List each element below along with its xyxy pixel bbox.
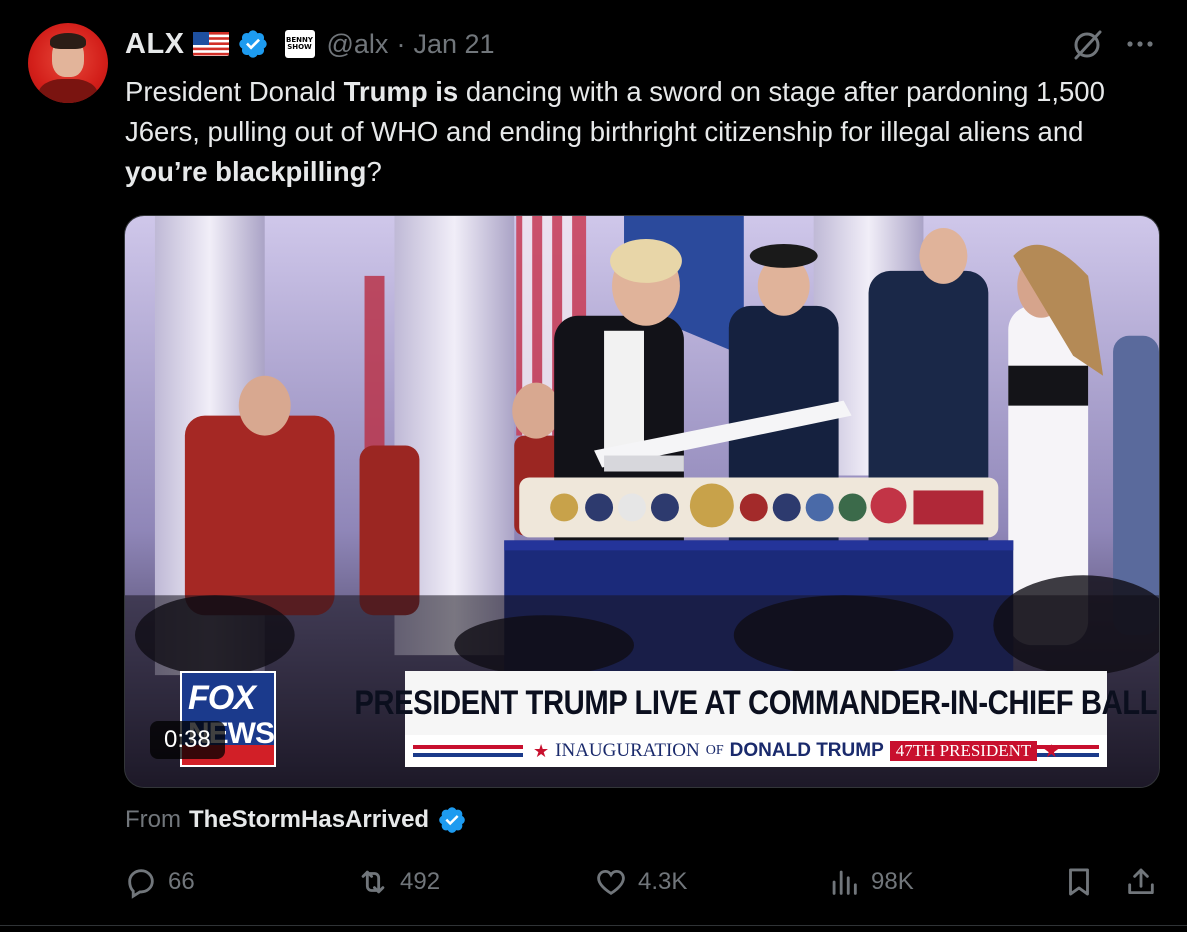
star-icon: ★	[1043, 740, 1060, 761]
source-name[interactable]: TheStormHasArrived	[189, 806, 429, 834]
verified-badge-icon	[439, 807, 465, 833]
affiliate-badge-text: BENNY SHOW	[286, 36, 313, 51]
fox-logo-text: FOX	[188, 679, 256, 717]
tweet-text-part: ?	[366, 156, 382, 187]
reply-count: 66	[168, 868, 195, 895]
avatar-hair	[50, 33, 86, 49]
chyron-stripe	[413, 753, 523, 757]
avatar-body	[38, 79, 98, 103]
views-button[interactable]: 98K	[827, 862, 914, 902]
affiliate-badge-icon[interactable]: BENNY SHOW	[284, 30, 315, 58]
us-flag-icon	[192, 32, 229, 56]
like-count: 4.3K	[638, 868, 688, 895]
grok-icon[interactable]	[1070, 28, 1104, 62]
bookmark-icon	[1069, 868, 1089, 896]
share-icon	[1128, 868, 1154, 895]
author-avatar[interactable]	[28, 23, 108, 103]
chyron-sub-name: DONALD TRUMP	[729, 740, 884, 761]
news-chyron: PRESIDENT TRUMP LIVE AT COMMANDER-IN-CHI…	[355, 671, 1158, 767]
views-icon	[832, 870, 857, 895]
heart-icon	[597, 869, 625, 895]
header-separator: ·	[396, 28, 406, 59]
more-options-icon[interactable]	[1122, 30, 1158, 58]
chyron-main-text: PRESIDENT TRUMP LIVE AT COMMANDER-IN-CHI…	[354, 683, 1158, 722]
tweet-text-bold: you’re blackpilling	[125, 156, 367, 187]
divider	[0, 925, 1187, 926]
repost-button[interactable]: 492	[356, 862, 440, 902]
chyron-sub: ★ INAUGURATION OF DONALD TRUMP 47TH PRES…	[405, 735, 1107, 767]
share-button[interactable]	[1124, 862, 1158, 902]
repost-icon	[361, 870, 385, 894]
chyron-sub-president: 47TH PRESIDENT	[889, 741, 1038, 761]
reply-button[interactable]: 66	[124, 862, 195, 902]
bookmark-button[interactable]	[1062, 862, 1096, 902]
views-count: 98K	[871, 868, 914, 895]
video-source: From TheStormHasArrived	[125, 803, 467, 837]
tweet-header: ALX BENNY SHOW @alx · Jan 21	[125, 26, 495, 62]
tweet-text: President Donald Trump is dancing with a…	[125, 72, 1160, 192]
tweet-date[interactable]: Jan 21	[413, 29, 494, 60]
verified-badge-icon[interactable]	[237, 28, 269, 60]
action-bar: 66 492 4.3K 98K	[124, 862, 1164, 902]
video-player[interactable]: FOX NEWS PRESIDENT TRUMP LIVE AT COMMAND…	[124, 215, 1160, 788]
chyron-stripe	[413, 745, 523, 749]
reply-icon	[128, 869, 154, 899]
chyron-main: PRESIDENT TRUMP LIVE AT COMMANDER-IN-CHI…	[355, 671, 1158, 735]
chyron-sub-inauguration: INAUGURATION	[555, 740, 700, 761]
chyron-sub-of: OF	[705, 743, 724, 758]
author-handle[interactable]: @alx	[327, 29, 389, 60]
star-icon: ★	[533, 740, 550, 761]
like-button[interactable]: 4.3K	[594, 862, 687, 902]
source-label: From	[125, 806, 181, 833]
repost-count: 492	[400, 868, 441, 895]
tweet-text-bold: Trump is	[343, 76, 459, 107]
video-duration: 0:38	[150, 721, 225, 759]
tweet-text-part: President Donald	[125, 76, 344, 107]
chyron-sub-text: ★ INAUGURATION OF DONALD TRUMP 47TH PRES…	[533, 738, 1059, 764]
author-name[interactable]: ALX	[125, 28, 185, 61]
